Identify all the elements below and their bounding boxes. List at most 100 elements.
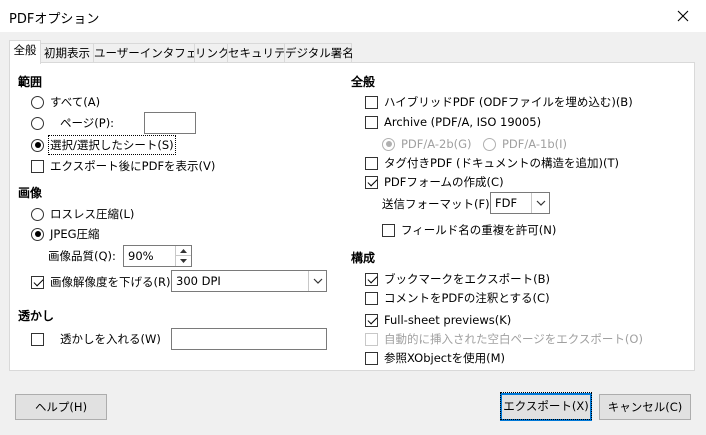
radio-indicator [31, 95, 44, 109]
checkbox-indicator [365, 115, 378, 129]
hybrid-pdf-label: ハイブリッドPDF (ODFファイルを埋め込む)(B) [384, 95, 633, 109]
tab-label: リンク [195, 46, 230, 60]
help-button[interactable]: ヘルプ(H) [15, 394, 107, 420]
radio-indicator [382, 137, 395, 151]
dpi-dropdown[interactable]: 300 DPI [171, 270, 327, 292]
chevron-down-icon [536, 200, 545, 206]
pdfa-1b-radio[interactable]: PDF/A-1b(I) [483, 135, 567, 153]
comments-as-annotations-checkbox[interactable]: コメントをPDFの注釈とする(C) [365, 289, 550, 307]
range-all-label: すべて(A) [50, 95, 101, 109]
export-button[interactable]: エクスポート(X) [500, 392, 592, 421]
hybrid-pdf-checkbox[interactable]: ハイブリッドPDF (ODFファイルを埋め込む)(B) [365, 93, 633, 111]
tab-label: デジタル署名 [285, 46, 354, 60]
export-button-label: エクスポート(X) [500, 392, 592, 420]
pdfa-2b-label: PDF/A-2b(G) [401, 137, 472, 151]
range-all-radio[interactable]: すべて(A) [31, 93, 100, 111]
archive-label: Archive (PDF/A, ISO 19005) [384, 115, 542, 129]
general-heading: 全般 [351, 75, 376, 89]
reduce-resolution-checkbox[interactable]: 画像解像度を下げる(R) [31, 273, 170, 291]
pdf-form-checkbox[interactable]: PDFフォームの作成(C) [365, 173, 504, 191]
chevron-down-icon [313, 278, 322, 284]
triangle-down-icon [180, 259, 187, 263]
range-selection-label: 選択/選択したシート(S) [48, 135, 176, 155]
checkbox-indicator [365, 272, 378, 286]
radio-indicator [31, 138, 44, 152]
radio-indicator [31, 207, 44, 221]
submit-format-dropdown[interactable]: FDF [490, 192, 550, 214]
export-bookmarks-label: ブックマークをエクスポート(B) [384, 272, 551, 286]
quality-label: 画像品質(Q): [48, 249, 116, 263]
range-pages-label: ページ(P): [60, 116, 115, 130]
help-button-label: ヘルプ(H) [34, 400, 88, 414]
comments-as-annotations-label: コメントをPDFの注釈とする(C) [384, 291, 550, 305]
pdfa-1b-label: PDF/A-1b(I) [502, 137, 568, 151]
submit-format-label: 送信フォーマット(F): [382, 197, 494, 211]
tab-general[interactable]: 全般 [9, 40, 41, 64]
cancel-button[interactable]: キャンセル(C) [599, 394, 691, 420]
tab-security[interactable]: セキュリティ [227, 43, 296, 63]
pdfa-2b-radio[interactable]: PDF/A-2b(G) [382, 135, 472, 153]
full-sheet-previews-checkbox[interactable]: Full-sheet previews(K) [365, 311, 511, 329]
tab-label: 全般 [13, 43, 37, 57]
tab-initial-view[interactable]: 初期表示 [40, 43, 94, 63]
quality-spinner [175, 246, 191, 266]
watermark-label: 透かしを入れる(W) [60, 332, 161, 346]
checkbox-indicator [365, 313, 378, 327]
close-button[interactable] [660, 0, 706, 32]
checkbox-indicator [365, 175, 378, 189]
dropdown-arrow [531, 193, 549, 213]
lossless-label: ロスレス圧縮(L) [50, 207, 135, 221]
close-icon [677, 10, 689, 22]
view-after-export-checkbox[interactable]: エクスポート後にPDFを表示(V) [31, 157, 215, 175]
structure-heading: 構成 [351, 251, 376, 265]
lossless-radio[interactable]: ロスレス圧縮(L) [31, 205, 134, 223]
reduce-resolution-label: 画像解像度を下げる(R) [50, 275, 171, 289]
tab-panel: 範囲 すべて(A) ページ(P): 選択/選択したシート(S) エクスポート後に… [9, 62, 695, 371]
checkbox-indicator [365, 332, 378, 346]
export-blank-pages-checkbox[interactable]: 自動的に挿入された空白ページをエクスポート(O) [365, 330, 643, 348]
image-heading: 画像 [18, 186, 43, 200]
dropdown-arrow [308, 271, 326, 291]
checkbox-indicator [382, 223, 395, 237]
tab-links[interactable]: リンク [194, 43, 230, 63]
full-sheet-previews-label: Full-sheet previews(K) [384, 313, 512, 327]
range-pages-radio[interactable]: ページ(P): [31, 114, 114, 132]
spin-up-button[interactable] [176, 246, 191, 256]
pages-input[interactable] [144, 112, 196, 134]
tab-user-interface[interactable]: ユーザーインタフェース [93, 43, 220, 63]
reference-xobjects-label: 参照XObjectを使用(M) [384, 351, 505, 365]
reference-xobjects-checkbox[interactable]: 参照XObjectを使用(M) [365, 349, 505, 367]
jpeg-label: JPEG圧縮 [50, 227, 100, 241]
range-selection-radio[interactable]: 選択/選択したシート(S) [31, 135, 176, 155]
submit-format-value: FDF [495, 196, 518, 210]
tagged-pdf-checkbox[interactable]: タグ付きPDF (ドキュメントの構造を追加)(T) [365, 154, 619, 172]
checkbox-indicator [365, 156, 378, 170]
dpi-value: 300 DPI [176, 274, 221, 288]
quality-value: 90% [128, 249, 154, 263]
spin-down-button[interactable] [176, 256, 191, 266]
watermark-input[interactable] [171, 328, 327, 350]
window-title: PDFオプション [9, 12, 100, 27]
tab-digital-signatures[interactable]: デジタル署名 [284, 43, 354, 63]
tab-label: 初期表示 [44, 46, 90, 60]
tagged-pdf-label: タグ付きPDF (ドキュメントの構造を追加)(T) [384, 156, 620, 170]
export-blank-pages-label: 自動的に挿入された空白ページをエクスポート(O) [384, 332, 643, 346]
checkbox-indicator [31, 275, 44, 289]
export-bookmarks-checkbox[interactable]: ブックマークをエクスポート(B) [365, 270, 550, 288]
watermark-checkbox[interactable]: 透かしを入れる(W) [31, 330, 161, 348]
allow-duplicate-names-label: フィールド名の重複を許可(N) [401, 223, 557, 237]
view-after-export-label: エクスポート後にPDFを表示(V) [50, 159, 216, 173]
cancel-button-label: キャンセル(C) [607, 400, 683, 414]
checkbox-indicator [31, 159, 44, 173]
triangle-up-icon [180, 248, 187, 253]
checkbox-indicator [365, 95, 378, 109]
checkbox-indicator [365, 291, 378, 305]
pdf-form-label: PDFフォームの作成(C) [384, 175, 504, 189]
archive-checkbox[interactable]: Archive (PDF/A, ISO 19005) [365, 113, 541, 131]
allow-duplicate-names-checkbox[interactable]: フィールド名の重複を許可(N) [382, 221, 556, 239]
range-heading: 範囲 [18, 75, 43, 89]
jpeg-radio[interactable]: JPEG圧縮 [31, 225, 100, 243]
quality-spinbox[interactable]: 90% [123, 245, 192, 267]
radio-indicator [483, 137, 496, 151]
checkbox-indicator [365, 351, 378, 365]
